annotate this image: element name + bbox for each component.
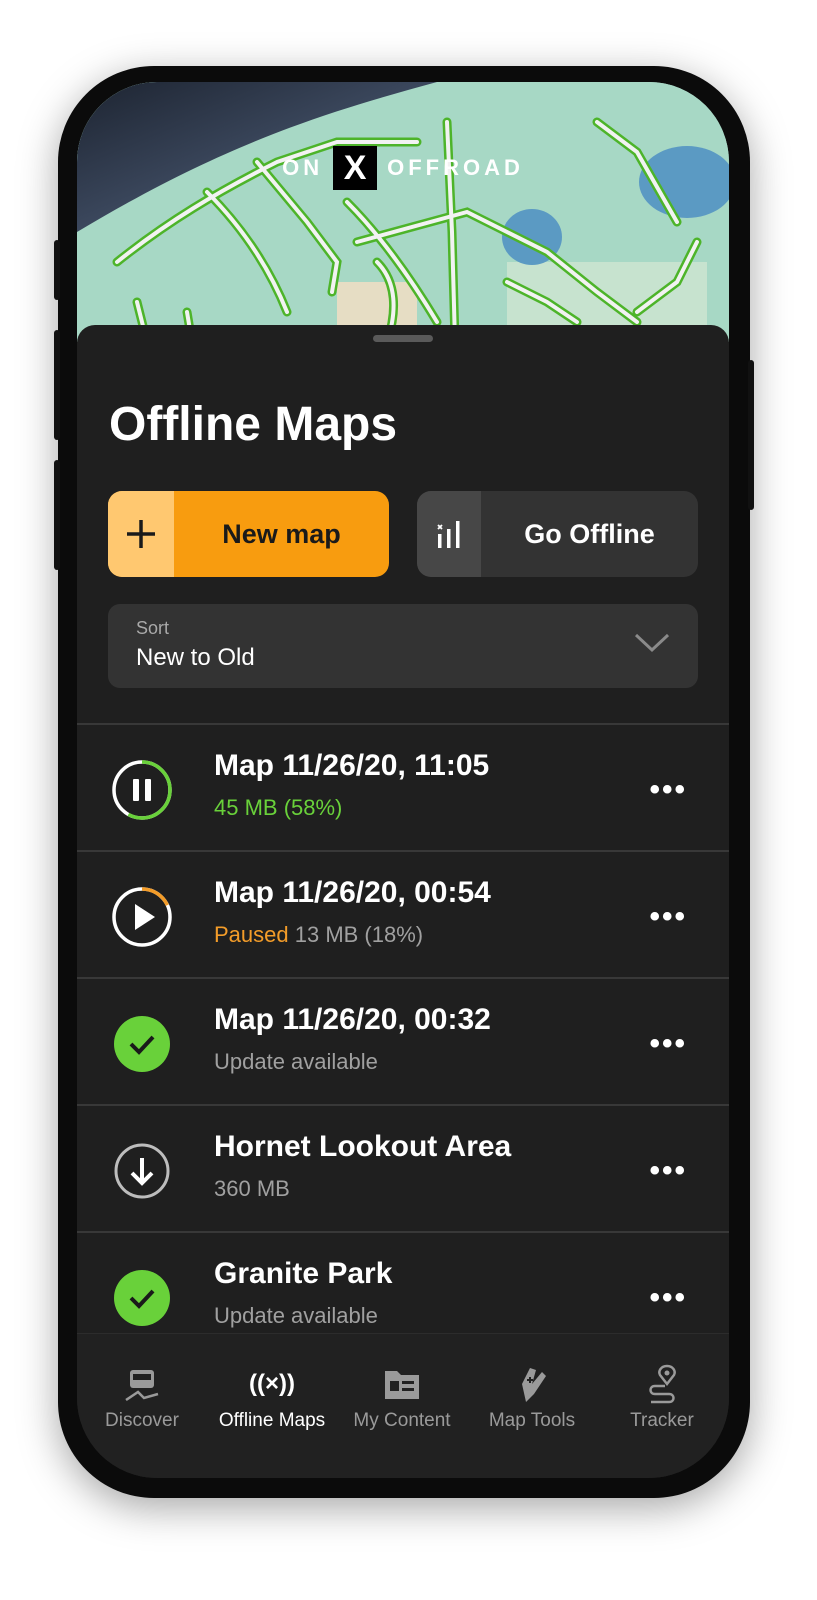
map-name: Hornet Lookout Area bbox=[214, 1130, 512, 1163]
more-options-button[interactable]: ••• bbox=[649, 1027, 687, 1061]
pause-icon bbox=[133, 779, 151, 801]
multitool-icon bbox=[467, 1362, 597, 1406]
tab-my-content[interactable]: My Content bbox=[337, 1362, 467, 1432]
brand-left: ON bbox=[282, 155, 324, 180]
map-list-item[interactable]: Map 11/26/20, 00:32 Update available ••• bbox=[77, 979, 729, 1104]
screen: ON X OFFROAD Offline Maps New map Go Off… bbox=[77, 82, 729, 1478]
map-name: Map 11/26/20, 00:32 bbox=[214, 1003, 491, 1036]
map-list-item[interactable]: Map 11/26/20, 11:05 45 MB (58%) ••• bbox=[77, 725, 729, 850]
new-map-label: New map bbox=[222, 518, 341, 549]
go-offline-label: Go Offline bbox=[524, 518, 655, 549]
sort-value: New to Old bbox=[136, 644, 255, 671]
sheet-drag-handle[interactable] bbox=[373, 335, 433, 342]
progress-ring bbox=[112, 887, 172, 947]
folder-icon bbox=[337, 1362, 467, 1406]
tab-tracker[interactable]: Tracker bbox=[597, 1362, 727, 1432]
more-options-button[interactable]: ••• bbox=[649, 1154, 687, 1188]
brand-right: OFFROAD bbox=[387, 155, 524, 180]
new-map-button[interactable]: New map bbox=[108, 491, 389, 577]
tab-label: Offline Maps bbox=[218, 1410, 326, 1431]
map-list-item[interactable]: Hornet Lookout Area 360 MB ••• bbox=[77, 1106, 729, 1231]
download-progress-text: 45 MB (58%) bbox=[214, 795, 343, 820]
brand-x-mark: X bbox=[333, 146, 378, 190]
tab-offline-maps[interactable]: ((×)) Offline Maps bbox=[207, 1362, 337, 1432]
more-options-button[interactable]: ••• bbox=[649, 773, 687, 807]
volume-up-button bbox=[54, 330, 60, 440]
jeep-icon bbox=[77, 1362, 207, 1406]
downloaded-status bbox=[111, 1267, 173, 1329]
tab-map-tools[interactable]: Map Tools bbox=[467, 1362, 597, 1432]
download-icon bbox=[130, 1158, 154, 1186]
offline-signal-icon: ((×)) bbox=[249, 1370, 295, 1397]
sort-dropdown[interactable]: Sort New to Old bbox=[108, 604, 698, 688]
downloaded-status bbox=[111, 1013, 173, 1075]
map-status-text: 45 MB (58%) bbox=[214, 795, 342, 821]
brand-logo: ON X OFFROAD bbox=[77, 146, 729, 190]
route-pin-icon bbox=[597, 1362, 727, 1406]
resume-download-button[interactable] bbox=[111, 886, 173, 948]
pause-download-button[interactable] bbox=[111, 759, 173, 821]
map-name: Granite Park bbox=[214, 1257, 393, 1290]
map-size-text: 360 MB bbox=[214, 1176, 290, 1201]
sort-label: Sort bbox=[136, 618, 170, 638]
tab-discover[interactable]: Discover bbox=[77, 1362, 207, 1432]
tab-label: My Content bbox=[353, 1410, 451, 1431]
map-view[interactable]: ON X OFFROAD bbox=[77, 82, 729, 342]
signal-off-icon bbox=[417, 491, 481, 577]
play-icon bbox=[135, 904, 155, 930]
tab-label: Tracker bbox=[630, 1410, 694, 1431]
tab-label: Map Tools bbox=[488, 1410, 576, 1431]
progress-ring bbox=[112, 760, 172, 820]
plus-icon bbox=[108, 491, 174, 577]
download-button[interactable] bbox=[111, 1140, 173, 1202]
more-options-button[interactable]: ••• bbox=[649, 1281, 687, 1315]
tab-label: Discover bbox=[105, 1410, 179, 1431]
go-offline-button[interactable]: Go Offline bbox=[417, 491, 698, 577]
map-name: Map 11/26/20, 11:05 bbox=[214, 749, 490, 782]
map-list-item[interactable]: Map 11/26/20, 00:54 Paused 13 MB (18%) •… bbox=[77, 852, 729, 977]
topo-map bbox=[77, 82, 729, 342]
page-title: Offline Maps bbox=[109, 398, 398, 451]
bottom-tab-bar: Discover ((×)) Offline Maps My Content M… bbox=[77, 1333, 729, 1478]
mute-switch bbox=[54, 240, 60, 300]
offline-maps-sheet: Offline Maps New map Go Offline Sort New… bbox=[77, 325, 729, 1478]
chevron-down-icon bbox=[634, 632, 670, 659]
map-status-text: Update available bbox=[214, 1049, 378, 1074]
map-status-text: Paused 13 MB (18%) bbox=[214, 922, 424, 947]
paused-label: Paused bbox=[214, 922, 289, 947]
more-options-button[interactable]: ••• bbox=[649, 900, 687, 934]
power-button bbox=[748, 360, 754, 510]
volume-down-button bbox=[54, 460, 60, 570]
map-status-text: Update available bbox=[214, 1303, 378, 1328]
map-name: Map 11/26/20, 00:54 bbox=[214, 876, 491, 909]
